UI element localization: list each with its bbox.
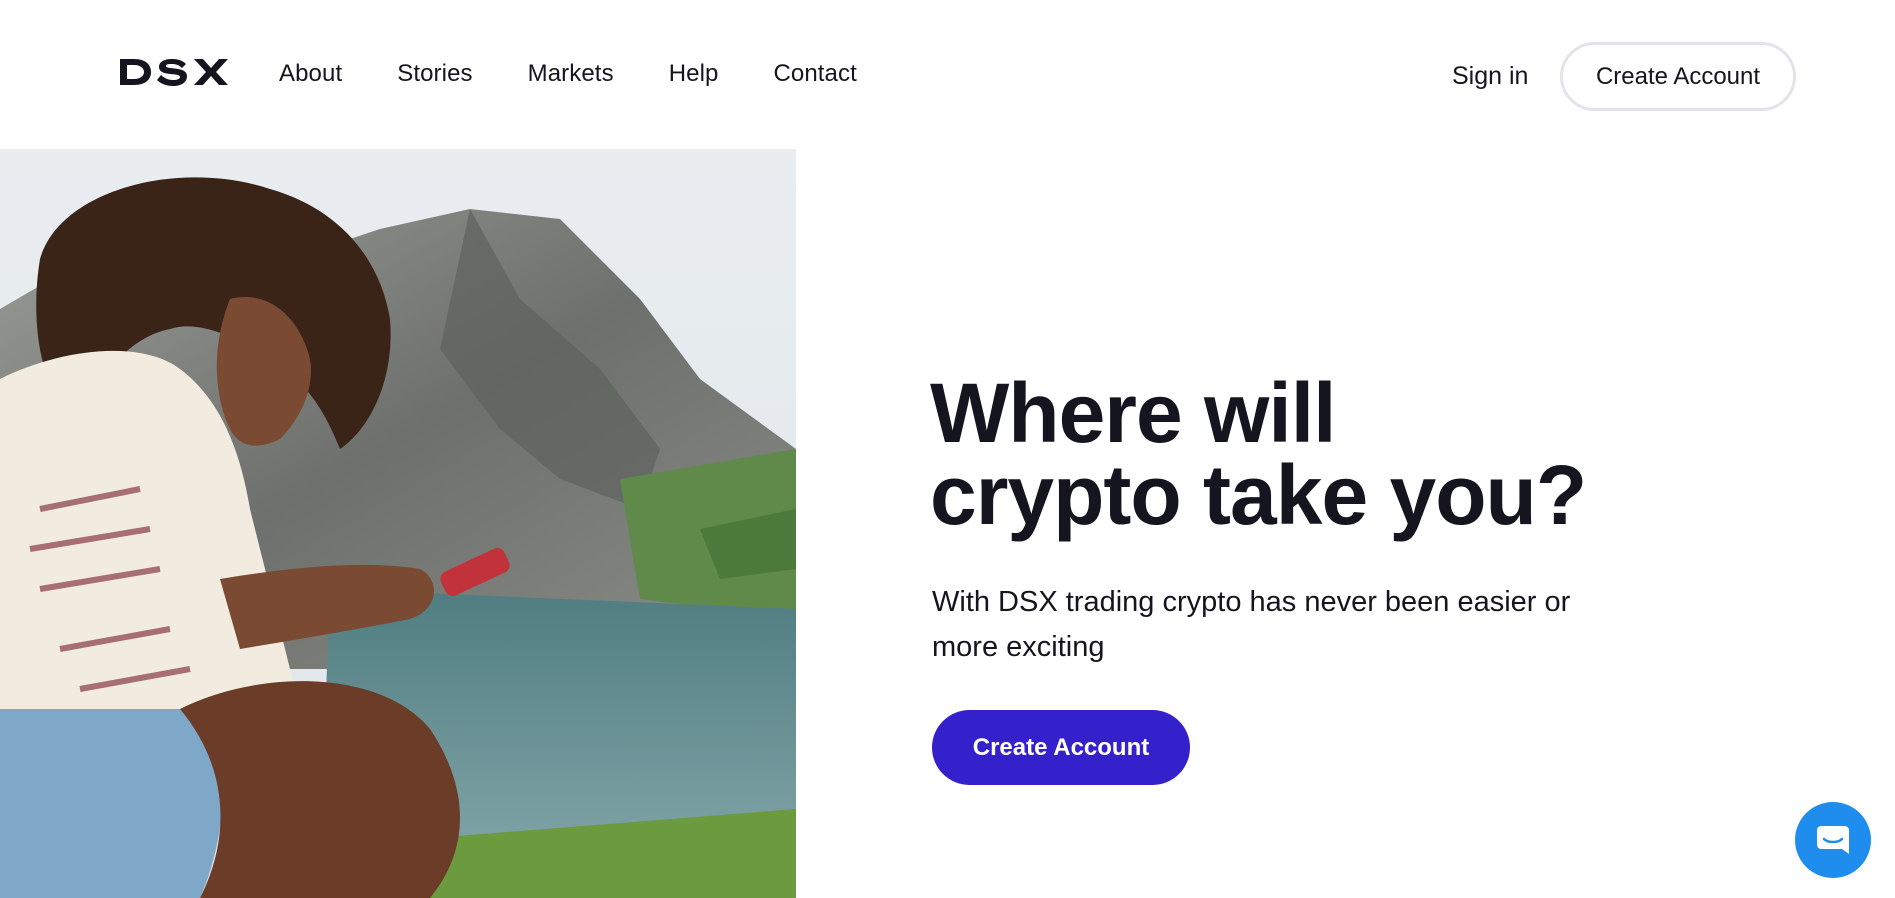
nav-item-about[interactable]: About: [279, 56, 342, 92]
dsx-logo[interactable]: [118, 56, 230, 88]
hero-headline: Where will crypto take you?: [930, 366, 1630, 542]
chat-icon: [1817, 826, 1849, 854]
dsx-logo-mark: [120, 59, 228, 86]
chat-launcher-button[interactable]: [1795, 802, 1871, 878]
hero-photo: [0, 149, 796, 898]
hero-headline-line1: Where will: [930, 366, 1336, 460]
hero-create-account-button[interactable]: Create Account: [932, 710, 1190, 785]
sign-in-link[interactable]: Sign in: [1452, 58, 1528, 94]
hero-headline-line2: crypto take you?: [930, 448, 1587, 542]
hero-photo-illustration: [0, 149, 796, 898]
nav-item-stories[interactable]: Stories: [397, 56, 472, 92]
site-header: About Stories Markets Help Contact Sign …: [0, 0, 1895, 149]
nav-item-help[interactable]: Help: [669, 56, 719, 92]
nav-item-markets[interactable]: Markets: [528, 56, 614, 92]
main-nav: About Stories Markets Help Contact: [279, 56, 912, 92]
hero-subtext: With DSX trading crypto has never been e…: [932, 586, 1571, 663]
nav-item-contact[interactable]: Contact: [773, 56, 856, 92]
header-create-account-button[interactable]: Create Account: [1560, 42, 1796, 111]
